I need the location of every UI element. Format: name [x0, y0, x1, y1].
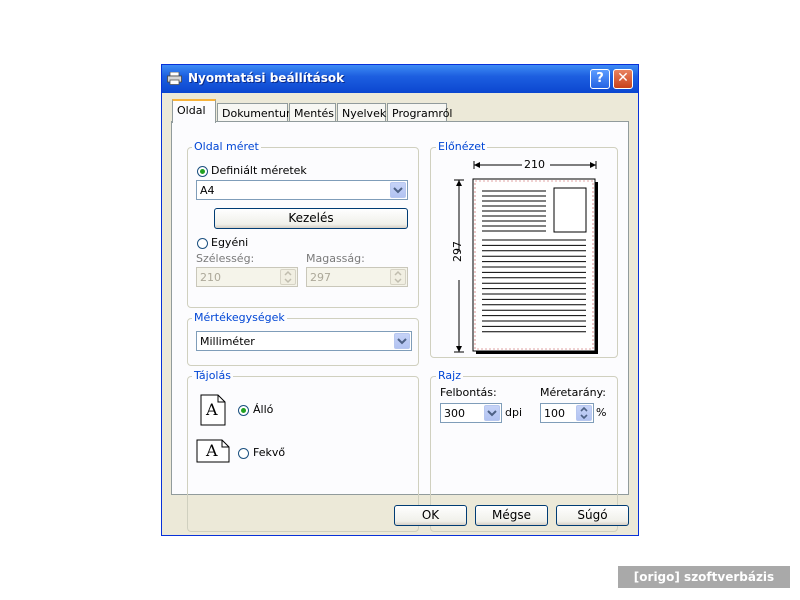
scale-unit: % — [596, 406, 607, 419]
watermark-logo: [origo] szoftverbázis — [618, 566, 790, 588]
orientation-legend: Tájolás — [192, 369, 233, 382]
help-title-button[interactable]: ? — [590, 69, 610, 89]
close-button[interactable]: ✕ — [613, 69, 633, 89]
cancel-button[interactable]: Mégse — [475, 505, 548, 526]
print-settings-dialog: Nyomtatási beállítások ? ✕ Oldal Dokumen… — [161, 64, 639, 536]
ok-button[interactable]: OK — [394, 505, 467, 526]
spin-arrows-icon[interactable] — [576, 405, 592, 421]
custom-size-radio[interactable] — [197, 238, 208, 249]
scale-value: 100 — [544, 407, 565, 420]
dropdown-arrow-icon[interactable] — [394, 333, 410, 349]
height-label: Magasság: — [306, 252, 365, 265]
defined-sizes-label: Definiált méretek — [211, 164, 307, 177]
manage-button[interactable]: Kezelés — [214, 208, 408, 229]
resolution-label: Felbontás: — [440, 386, 497, 399]
tab-dokumentum[interactable]: Dokumentum — [217, 103, 297, 121]
scale-label: Méretarány: — [540, 386, 607, 399]
width-label: Szélesség: — [196, 252, 255, 265]
tab-oldal[interactable]: Oldal — [172, 99, 216, 123]
resolution-unit: dpi — [505, 406, 523, 419]
resolution-select[interactable]: 300 — [440, 403, 502, 423]
height-stepper[interactable]: 297 — [306, 267, 408, 287]
height-spin-icon[interactable] — [390, 269, 406, 285]
window-title: Nyomtatási beállítások — [188, 71, 345, 85]
dropdown-arrow-icon[interactable] — [390, 182, 406, 198]
scale-stepper[interactable]: 100 — [540, 403, 594, 423]
defined-size-select[interactable]: A4 — [196, 180, 408, 200]
units-select[interactable]: Milliméter — [196, 331, 412, 351]
width-stepper[interactable]: 210 — [196, 267, 298, 287]
page-preview — [454, 161, 598, 354]
defined-size-value: A4 — [200, 184, 215, 197]
preview-width-label: 210 — [524, 158, 545, 171]
portrait-label: Álló — [253, 403, 274, 416]
drawing-legend: Rajz — [436, 369, 463, 382]
title-bar[interactable]: Nyomtatási beállítások ? ✕ — [162, 65, 638, 93]
help-button[interactable]: Súgó — [556, 505, 629, 526]
defined-sizes-radio[interactable] — [197, 166, 208, 177]
preview-legend: Előnézet — [436, 140, 488, 153]
portrait-letter: A — [206, 400, 218, 419]
tab-nyelvek[interactable]: Nyelvek — [337, 103, 386, 121]
tab-mentes[interactable]: Mentés — [289, 103, 336, 121]
landscape-label: Fekvő — [253, 446, 286, 459]
width-value: 210 — [200, 271, 221, 284]
width-spin-icon[interactable] — [280, 269, 296, 285]
landscape-letter: A — [206, 441, 218, 460]
portrait-radio[interactable] — [238, 405, 249, 416]
preview-height-label: 297 — [451, 241, 464, 262]
printer-icon — [167, 72, 182, 85]
units-value: Milliméter — [200, 335, 255, 348]
page-size-legend: Oldal méret — [192, 140, 261, 153]
height-value: 297 — [310, 271, 331, 284]
landscape-radio[interactable] — [238, 448, 249, 459]
resolution-value: 300 — [444, 407, 465, 420]
tab-panel-oldal: Oldal méret Definiált méretek A4 Kezelés… — [171, 121, 629, 532]
tab-programrol[interactable]: Programról — [387, 103, 452, 121]
dropdown-arrow-icon[interactable] — [484, 405, 500, 421]
custom-size-label: Egyéni — [211, 236, 249, 249]
units-legend: Mértékegységek — [192, 311, 287, 324]
